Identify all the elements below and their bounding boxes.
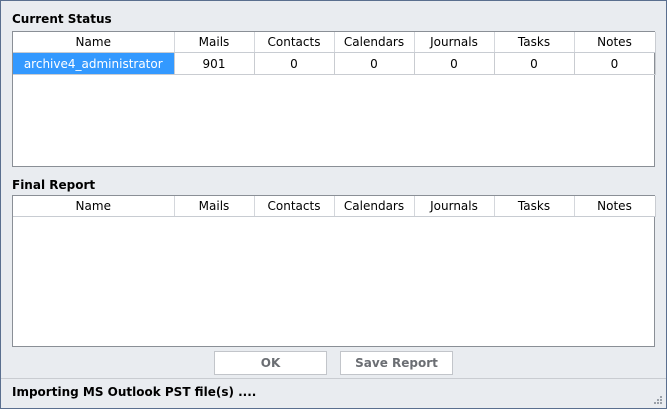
cell-mails[interactable]: 901 [174, 52, 255, 75]
cell-notes[interactable]: 0 [574, 52, 656, 75]
table-row[interactable]: archive4_administrator 901 0 0 0 0 0 [13, 52, 656, 75]
cell-contacts[interactable]: 0 [254, 52, 335, 75]
column-header-tasks[interactable]: Tasks [494, 196, 575, 217]
current-status-label: Current Status [12, 12, 112, 26]
column-header-tasks[interactable]: Tasks [494, 32, 575, 53]
cell-calendars[interactable]: 0 [334, 52, 415, 75]
status-bar: Importing MS Outlook PST file(s) .... [1, 378, 666, 408]
column-header-mails[interactable]: Mails [174, 32, 255, 53]
resize-grip-icon[interactable] [652, 394, 662, 404]
column-header-notes[interactable]: Notes [574, 196, 656, 217]
column-header-notes[interactable]: Notes [574, 32, 656, 53]
column-header-calendars[interactable]: Calendars [334, 196, 415, 217]
column-header-name[interactable]: Name [13, 32, 175, 53]
final-report-label: Final Report [12, 178, 96, 192]
ok-button[interactable]: OK [214, 351, 327, 375]
save-report-button[interactable]: Save Report [340, 351, 453, 375]
current-status-grid[interactable]: Name Mails Contacts Calendars Journals T… [12, 31, 656, 167]
column-header-mails[interactable]: Mails [174, 196, 255, 217]
cell-tasks[interactable]: 0 [494, 52, 575, 75]
final-report-grid[interactable]: Name Mails Contacts Calendars Journals T… [12, 195, 656, 347]
column-header-contacts[interactable]: Contacts [254, 196, 335, 217]
cell-journals[interactable]: 0 [414, 52, 495, 75]
column-header-contacts[interactable]: Contacts [254, 32, 335, 53]
column-header-calendars[interactable]: Calendars [334, 32, 415, 53]
cell-name[interactable]: archive4_administrator [13, 52, 175, 75]
final-report-header-row: Name Mails Contacts Calendars Journals T… [13, 196, 656, 217]
current-status-header-row: Name Mails Contacts Calendars Journals T… [13, 32, 656, 53]
status-text: Importing MS Outlook PST file(s) .... [12, 385, 257, 399]
column-header-journals[interactable]: Journals [414, 196, 495, 217]
column-header-journals[interactable]: Journals [414, 32, 495, 53]
import-status-window: Current Status Name Mails Contacts Calen… [0, 0, 667, 409]
column-header-name[interactable]: Name [13, 196, 175, 217]
